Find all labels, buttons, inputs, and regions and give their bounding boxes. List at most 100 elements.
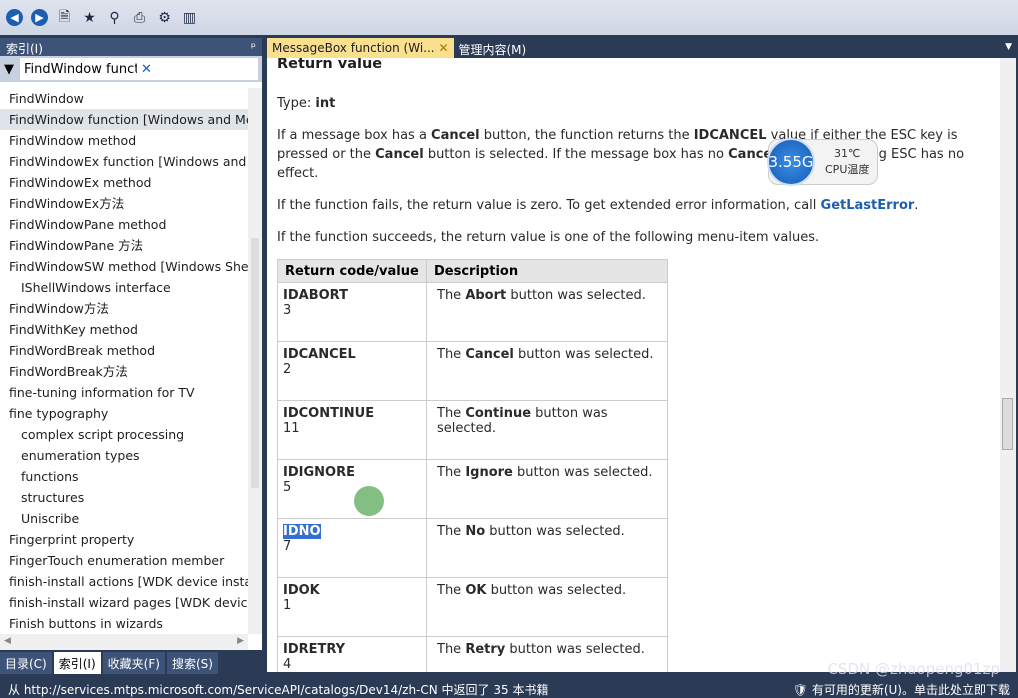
index-item[interactable]: FindWordBreak method bbox=[0, 340, 248, 361]
table-row: IDABORT 3 The Abort button was selected. bbox=[277, 282, 668, 342]
index-item[interactable]: complex script processing bbox=[0, 424, 248, 445]
panel-tab[interactable]: 索引(I) bbox=[53, 652, 101, 674]
index-item[interactable]: finish-install wizard pages [WDK device bbox=[0, 592, 248, 613]
status-text: 从 http://services.mtps.microsoft.com/Ser… bbox=[8, 683, 549, 697]
document-scrollbar[interactable] bbox=[1000, 58, 1016, 672]
toolbar: ◀ ▶ 🗎 ★ ⚲ ⎙ ⚙ ▥ bbox=[0, 0, 1018, 35]
index-item[interactable]: structures bbox=[0, 487, 248, 508]
index-item[interactable]: fine typography bbox=[0, 403, 248, 424]
index-title: 索引(I) bbox=[6, 42, 43, 56]
cpu-monitor-widget[interactable]: 3.55G 31℃ CPU温度 bbox=[767, 138, 878, 186]
return-type: Type: int bbox=[277, 96, 336, 111]
index-item[interactable]: FindWindow方法 bbox=[0, 298, 248, 319]
index-item[interactable]: FindWindow function [Windows and Me bbox=[0, 109, 248, 130]
document-tabs: MessageBox function (Wi... ✕ 管理内容(M) bbox=[267, 38, 531, 58]
document-tab[interactable]: MessageBox function (Wi... ✕ bbox=[267, 38, 454, 58]
document-tab[interactable]: 管理内容(M) bbox=[454, 38, 532, 58]
description: The Continue button was selected. bbox=[426, 400, 668, 460]
return-value: 7 bbox=[283, 539, 292, 554]
index-item[interactable]: FindWindowPane method bbox=[0, 214, 248, 235]
index-item[interactable]: FindWindowEx方法 bbox=[0, 193, 248, 214]
return-value: 1 bbox=[283, 598, 292, 613]
table-row: IDCANCEL 2 The Cancel button was selected. bbox=[277, 341, 668, 401]
index-item[interactable]: FindWindow bbox=[0, 88, 248, 109]
cursor-highlight bbox=[354, 486, 384, 516]
index-panel: 索引(I) ᵖ ▼ FindWindow function [Windows an… bbox=[0, 38, 262, 650]
status-bar: 从 http://services.mtps.microsoft.com/Ser… bbox=[0, 678, 1018, 698]
index-item[interactable]: IShellWindows interface bbox=[0, 277, 248, 298]
index-item[interactable]: Finish buttons in wizards bbox=[0, 613, 248, 634]
panel-tab[interactable]: 搜索(S) bbox=[166, 652, 218, 674]
table-row: IDCONTINUE 11 The Continue button was sele… bbox=[277, 400, 668, 460]
panel-tab[interactable]: 目录(C) bbox=[0, 652, 52, 674]
col-header-description: Description bbox=[426, 259, 668, 283]
index-hscrollbar[interactable]: ◀ ▶ bbox=[0, 634, 248, 650]
settings-icon[interactable]: ⚙ bbox=[156, 9, 173, 26]
index-search-input[interactable]: FindWindow function [Windows and✕ bbox=[20, 58, 258, 80]
clear-icon[interactable]: ✕ bbox=[141, 62, 254, 77]
print-icon[interactable]: ⎙ bbox=[131, 9, 148, 26]
index-item[interactable]: enumeration types bbox=[0, 445, 248, 466]
return-code: IDCONTINUE bbox=[283, 406, 375, 421]
index-item[interactable]: FindWithKey method bbox=[0, 319, 248, 340]
paragraph-cancel: If a message box has a Cancel button, th… bbox=[277, 128, 965, 181]
index-item[interactable]: FindWindowEx function [Windows and M bbox=[0, 151, 248, 172]
index-list: FindWindow FindWindow function [Windows a… bbox=[0, 88, 248, 634]
index-item[interactable]: Uniscribe bbox=[0, 508, 248, 529]
return-code: IDABORT bbox=[283, 288, 348, 303]
table-row: IDNO 7 The No button was selected. bbox=[277, 518, 668, 578]
index-item[interactable]: finish-install actions [WDK device insta… bbox=[0, 571, 248, 592]
library-icon[interactable]: ▥ bbox=[181, 9, 198, 26]
index-item[interactable]: FindWordBreak方法 bbox=[0, 361, 248, 382]
add-favorite-icon[interactable]: ★ bbox=[81, 9, 98, 26]
table-row: IDRETRY 4 The Retry button was selected. bbox=[277, 636, 668, 672]
return-code-table: Return code/value Description IDABORT 3 The… bbox=[277, 259, 668, 672]
return-code: IDCANCEL bbox=[283, 347, 356, 362]
sync-icon[interactable]: 🗎 bbox=[56, 9, 73, 26]
index-scrollbar[interactable] bbox=[248, 88, 262, 634]
return-value: 2 bbox=[283, 362, 292, 377]
index-item[interactable]: fine-tuning information for TV bbox=[0, 382, 248, 403]
description: The Ignore button was selected. bbox=[426, 459, 668, 519]
return-code: IDRETRY bbox=[283, 642, 346, 657]
index-item[interactable]: Fingerprint property bbox=[0, 529, 248, 550]
memory-speed: 3.55G bbox=[767, 138, 815, 186]
back-icon[interactable]: ◀ bbox=[6, 9, 23, 26]
description: The Retry button was selected. bbox=[426, 636, 668, 672]
index-item[interactable]: FingerTouch enumeration member bbox=[0, 550, 248, 571]
paragraph-success: If the function succeeds, the return val… bbox=[277, 230, 820, 245]
return-code: IDNO bbox=[283, 524, 321, 539]
forward-icon[interactable]: ▶ bbox=[31, 9, 48, 26]
section-heading: Return value bbox=[277, 58, 383, 72]
search-icon[interactable]: ⚲ bbox=[106, 9, 123, 26]
update-notice[interactable]: 🛡 有可用的更新(U)。单击此处立即下载 bbox=[792, 681, 1010, 697]
cpu-temp: 31℃ bbox=[834, 147, 861, 160]
index-item[interactable]: FindWindow method bbox=[0, 130, 248, 151]
panel-tab[interactable]: 收藏夹(F) bbox=[102, 652, 165, 674]
close-tab-icon[interactable]: ✕ bbox=[438, 41, 448, 55]
table-row: IDOK 1 The OK button was selected. bbox=[277, 577, 668, 637]
table-row: IDIGNORE 5 The Ignore button was selected. bbox=[277, 459, 668, 519]
return-value: 11 bbox=[283, 421, 300, 436]
col-header-code: Return code/value bbox=[277, 259, 427, 283]
watermark: CSDN @zhaopeng01zp bbox=[827, 660, 1000, 678]
return-code: IDIGNORE bbox=[283, 465, 355, 480]
panel-tabs: 目录(C) 索引(I) 收藏夹(F) 搜索(S) bbox=[0, 652, 218, 674]
index-item[interactable]: FindWindowPane 方法 bbox=[0, 235, 248, 256]
getlasterror-link[interactable]: GetLastError bbox=[821, 198, 915, 213]
return-value: 3 bbox=[283, 303, 292, 318]
document-view: Return value Type: int If a message box … bbox=[267, 58, 1016, 672]
index-item[interactable]: FindWindowSW method [Windows Shell bbox=[0, 256, 248, 277]
return-code: IDOK bbox=[283, 583, 320, 598]
tab-list-icon[interactable]: ▼ bbox=[1005, 42, 1012, 52]
pin-icon[interactable]: ᵖ bbox=[251, 40, 256, 54]
return-value: 4 bbox=[283, 657, 292, 672]
index-item[interactable]: functions bbox=[0, 466, 248, 487]
paragraph-fail: If the function fails, the return value … bbox=[277, 198, 919, 213]
description: The Cancel button was selected. bbox=[426, 341, 668, 401]
index-item[interactable]: FindWindowEx method bbox=[0, 172, 248, 193]
filter-icon: ▼ bbox=[4, 61, 14, 77]
cpu-temp-label: CPU温度 bbox=[825, 163, 870, 176]
shield-icon: 🛡 bbox=[792, 683, 809, 697]
return-value: 5 bbox=[283, 480, 292, 495]
